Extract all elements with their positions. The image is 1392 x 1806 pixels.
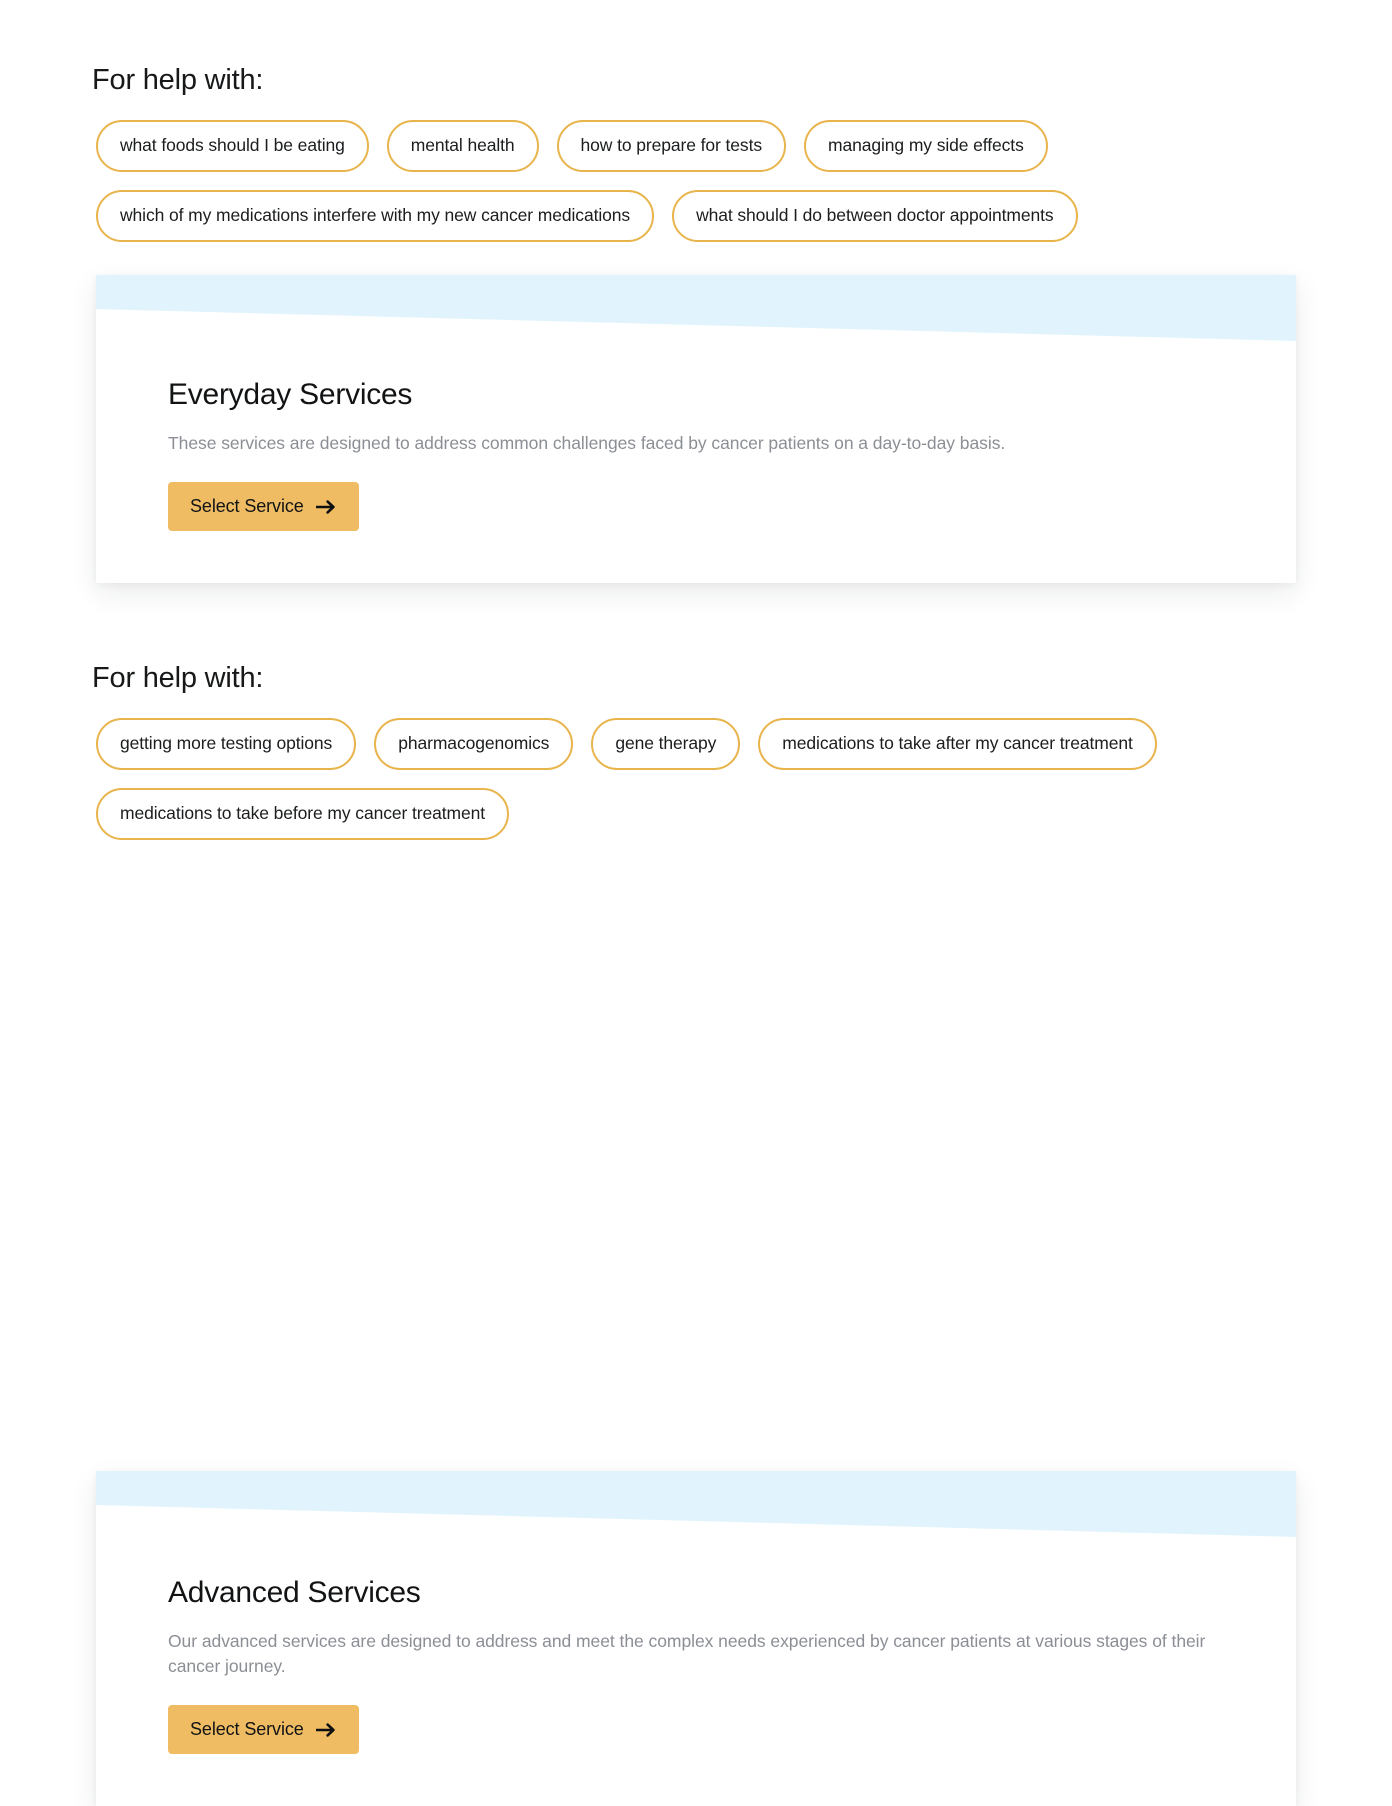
pill-gene-therapy[interactable]: gene therapy (591, 718, 741, 770)
select-service-button-label: Select Service (190, 495, 304, 516)
suggestion-pills-2: getting more testing options pharmacogen… (96, 718, 1296, 858)
select-service-button-everyday[interactable]: Select Service (168, 481, 359, 531)
card-description-everyday-services: These services are designed to address c… (168, 432, 1006, 453)
select-service-button-label: Select Service (190, 1719, 304, 1740)
card-body-1: Everyday Services These services are des… (96, 341, 1296, 583)
card-description-advanced-services: Our advanced services are designed to ad… (168, 1630, 1206, 1676)
pill-row: medications to take before my cancer tre… (96, 788, 1296, 840)
pill-medications-to-take-before-my-cancer-treatment[interactable]: medications to take before my cancer tre… (96, 788, 510, 840)
pill-row: which of my medications interfere with m… (96, 190, 1296, 242)
pill-medications-to-take-after-my-cancer-treatment[interactable]: medications to take after my cancer trea… (758, 718, 1157, 770)
for-help-with-label-2: For help with: (92, 662, 264, 694)
card-banner-2 (96, 1471, 1296, 1537)
pill-getting-more-testing-options[interactable]: getting more testing options (96, 718, 357, 770)
pill-managing-my-side-effects[interactable]: managing my side effects (804, 120, 1048, 172)
for-help-with-label-1: For help with: (92, 64, 264, 96)
arrow-right-icon (315, 1723, 335, 1737)
card-body-2: Advanced Services Our advanced services … (96, 1537, 1296, 1806)
arrow-right-icon (315, 500, 335, 514)
card-title-everyday-services: Everyday Services (168, 378, 413, 411)
suggestion-pills-1: what foods should I be eating mental hea… (96, 120, 1296, 260)
pill-what-foods-should-i-be-eating[interactable]: what foods should I be eating (96, 120, 369, 172)
pill-row: getting more testing options pharmacogen… (96, 718, 1296, 770)
pill-row: what foods should I be eating mental hea… (96, 120, 1296, 172)
pill-how-to-prepare-for-tests[interactable]: how to prepare for tests (556, 120, 786, 172)
everyday-services-card: Everyday Services These services are des… (96, 275, 1296, 583)
card-banner-1 (96, 275, 1296, 341)
pill-mental-health[interactable]: mental health (386, 120, 539, 172)
pill-what-should-i-do-between-doctor-appointments[interactable]: what should I do between doctor appointm… (672, 190, 1078, 242)
advanced-services-card: Advanced Services Our advanced services … (96, 1471, 1296, 1806)
pill-pharmacogenomics[interactable]: pharmacogenomics (374, 718, 574, 770)
page-root: For help with: what foods should I be ea… (0, 0, 1392, 1806)
card-title-advanced-services: Advanced Services (168, 1576, 421, 1609)
pill-which-of-my-medications-interfere[interactable]: which of my medications interfere with m… (96, 190, 655, 242)
select-service-button-advanced[interactable]: Select Service (168, 1705, 359, 1755)
